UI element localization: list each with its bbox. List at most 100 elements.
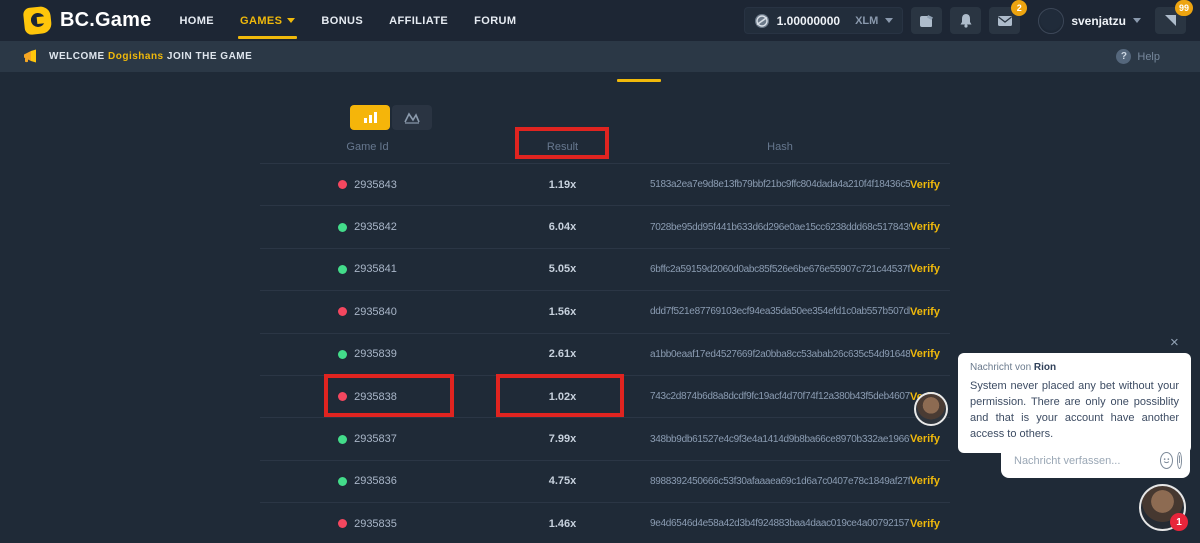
table-row: 2935840 1.56x ddd7f521e87769103ecf94ea35…	[260, 290, 950, 332]
status-dot	[338, 350, 347, 359]
line-chart-icon	[404, 111, 420, 124]
table-row: 2935841 5.05x 6bffc2a59159d2060d0abc85f5…	[260, 248, 950, 290]
chat-message-close-icon[interactable]: ×	[1170, 335, 1179, 350]
game-id: 2935836	[354, 475, 397, 487]
header-result: Result	[475, 141, 650, 153]
table-row: 2935842 6.04x 7028be95dd95f441b633d6d296…	[260, 205, 950, 247]
hash-value: 743c2d874b6d8a8dcdf9fc19acf4d70f74f12a38…	[650, 391, 910, 402]
header-game-id: Game Id	[260, 141, 475, 153]
nav-item-label: AFFILIATE	[389, 15, 448, 27]
messages-badge: 2	[1011, 0, 1027, 16]
currency-caret-icon	[885, 18, 893, 23]
verify-link[interactable]: Verify	[910, 518, 950, 530]
header-hash: Hash	[650, 141, 910, 153]
verify-link[interactable]: Verify	[910, 433, 950, 445]
chat-user-avatar[interactable]: 1	[1139, 484, 1186, 531]
verify-link[interactable]: Verify	[910, 348, 950, 360]
status-dot	[338, 519, 347, 528]
status-dot	[338, 435, 347, 444]
status-dot	[338, 180, 347, 189]
balance-selector[interactable]: 1.00000000 XLM	[744, 7, 904, 34]
result-value: 1.56x	[475, 306, 650, 318]
table-header-row: Game Id Result Hash	[260, 130, 950, 163]
welcome-prefix: WELCOME	[49, 51, 108, 62]
status-dot	[338, 392, 347, 401]
nav-item-label: HOME	[179, 15, 214, 27]
table-row: 2935838 1.02x 743c2d874b6d8a8dcdf9fc19ac…	[260, 375, 950, 417]
result-value: 1.19x	[475, 179, 650, 191]
main-nav: HOME GAMES BONUS AFFILIATE FORUM	[179, 0, 516, 41]
trend-view-toggle[interactable]	[392, 105, 432, 130]
chat-toggle-button[interactable]: 99	[1155, 7, 1186, 34]
result-value: 6.04x	[475, 221, 650, 233]
hash-value: 5183a2ea7e9d8e13fb79bbf21bc9ffc804dada4a…	[650, 179, 910, 190]
game-id: 2935842	[354, 221, 397, 233]
hash-value: ddd7f521e87769103ecf94ea35da50ee354efd1c…	[650, 306, 910, 317]
game-id: 2935838	[354, 391, 397, 403]
chat-from-label: Nachricht von	[970, 362, 1034, 373]
nav-item-label: GAMES	[240, 15, 282, 27]
header-right: 1.00000000 XLM	[744, 7, 1200, 34]
help-icon: ?	[1116, 49, 1131, 64]
status-dot	[338, 265, 347, 274]
chat-send-icon	[1163, 13, 1178, 28]
chat-message-text: System never placed any bet without your…	[970, 379, 1179, 443]
game-id: 2935837	[354, 433, 397, 445]
messages-button[interactable]: 2	[989, 7, 1020, 34]
help-label: Help	[1137, 51, 1160, 63]
username-label: svenjatzu	[1071, 14, 1126, 28]
wallet-button[interactable]	[911, 7, 942, 34]
nav-item-label: FORUM	[474, 15, 516, 27]
verify-link[interactable]: Verify	[910, 179, 950, 191]
bcgame-page: BC.Game HOME GAMES BONUS AFFILIATE FORUM…	[0, 0, 1200, 543]
verify-link[interactable]: Verify	[910, 306, 950, 318]
nav-item-bonus[interactable]: BONUS	[321, 0, 363, 41]
user-menu[interactable]: svenjatzu	[1038, 8, 1141, 34]
balance-amount: 1.00000000	[777, 14, 840, 28]
verify-link[interactable]: Verify	[910, 221, 950, 233]
hash-value: 6bffc2a59159d2060d0abc85f526e6be676e5590…	[650, 264, 910, 275]
nav-item-affiliate[interactable]: AFFILIATE	[389, 0, 448, 41]
welcome-username: Dogishans	[108, 51, 164, 62]
chat-input[interactable]	[1014, 455, 1156, 467]
verify-link[interactable]: Verify	[910, 475, 950, 487]
status-dot	[338, 477, 347, 486]
notifications-button[interactable]	[950, 7, 981, 34]
game-id: 2935839	[354, 348, 397, 360]
balance-currency: XLM	[855, 15, 878, 27]
envelope-icon	[997, 15, 1013, 27]
chat-rules-icon[interactable]: ǀ	[1177, 452, 1182, 469]
wallet-icon	[919, 14, 935, 28]
game-history-table: Game Id Result Hash 2935843 1.19x 5183a2…	[260, 130, 950, 543]
hash-value: 8988392450666c53f30afaaaea69c1d6a7c0407e…	[650, 476, 910, 487]
nav-item-label: BONUS	[321, 15, 363, 27]
status-dot	[338, 223, 347, 232]
hash-value: 348bb9db61527e4c9f3e4a1414d9b8ba66ce8970…	[650, 434, 910, 445]
hash-value: 7028be95dd95f441b633d6d296e0ae15cc6238dd…	[650, 222, 910, 233]
nav-caret-icon	[287, 18, 295, 23]
result-value: 5.05x	[475, 263, 650, 275]
chat-input-bar: ǀ	[1001, 443, 1190, 478]
emoji-icon[interactable]	[1160, 452, 1173, 469]
chat-sender-name: Rion	[1034, 362, 1056, 373]
bcgame-logo-icon	[23, 6, 53, 36]
nav-item-games[interactable]: GAMES	[240, 0, 295, 41]
result-value: 2.61x	[475, 348, 650, 360]
brand-logo[interactable]: BC.Game	[0, 7, 151, 34]
table-row: 2935843 1.19x 5183a2ea7e9d8e13fb79bbf21b…	[260, 163, 950, 205]
welcome-banner: WELCOME Dogishans JOIN THE GAME ? Help	[0, 41, 1200, 72]
nav-item-home[interactable]: HOME	[179, 0, 214, 41]
status-dot	[338, 307, 347, 316]
verify-link[interactable]: Verify	[910, 263, 950, 275]
help-button[interactable]: ? Help	[1116, 49, 1160, 64]
result-value: 1.46x	[475, 518, 650, 530]
chat-sender-avatar	[914, 392, 948, 426]
result-value: 1.02x	[475, 391, 650, 403]
hash-value: 9e4d6546d4e58a42d3b4f924883baa4daac019ce…	[650, 518, 910, 529]
game-id: 2935840	[354, 306, 397, 318]
welcome-suffix: JOIN THE GAME	[164, 51, 253, 62]
table-row: 2935836 4.75x 8988392450666c53f30afaaaea…	[260, 460, 950, 502]
nav-item-forum[interactable]: FORUM	[474, 0, 516, 41]
brand-name: BC.Game	[60, 9, 151, 32]
bar-view-toggle[interactable]	[350, 105, 390, 130]
